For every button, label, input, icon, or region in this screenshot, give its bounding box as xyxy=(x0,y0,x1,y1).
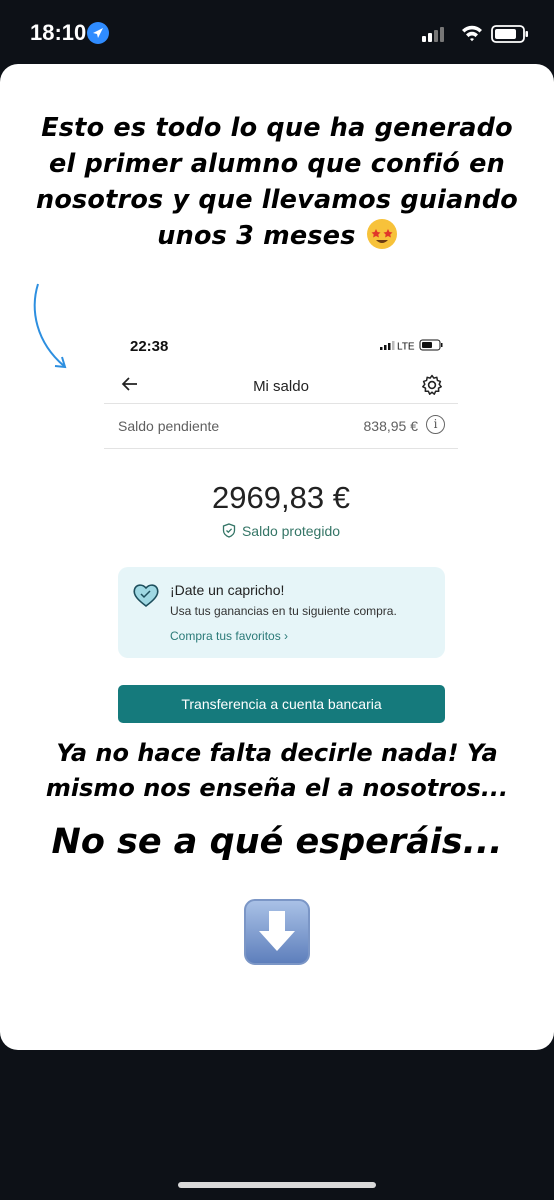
story-big-text: No se a qué esperáis... xyxy=(51,822,503,862)
story-headline: Esto es todo lo que ha generado el prime… xyxy=(30,110,524,254)
nav-title: Mi saldo xyxy=(253,378,309,395)
curved-arrow-icon xyxy=(33,283,67,369)
bank-transfer-button[interactable]: Transferencia a cuenta bancaria xyxy=(118,685,445,723)
cellular-signal-icon xyxy=(422,27,444,42)
headline-text: Esto es todo lo que ha generado el prime… xyxy=(35,113,519,251)
protected-balance-badge: Saldo protegido xyxy=(104,523,458,539)
heart-icon xyxy=(132,582,160,613)
location-arrow-icon xyxy=(87,22,109,44)
divider xyxy=(104,448,458,449)
story-subtext: Ya no hace falta decirle nada! Ya mismo … xyxy=(45,739,509,802)
gear-icon[interactable] xyxy=(420,373,444,402)
down-arrow-emoji-icon xyxy=(244,899,310,965)
status-bar: 18:10 xyxy=(0,0,554,64)
screenshot-time: 22:38 xyxy=(130,338,169,355)
promo-text: Usa tus ganancias en tu siguiente compra… xyxy=(170,604,397,618)
promo-card[interactable]: ¡Date un capricho! Usa tus ganancias en … xyxy=(118,567,445,658)
screenshot-network: LTE xyxy=(397,342,415,353)
info-icon[interactable]: i xyxy=(426,415,445,434)
screenshot-nav: Mi saldo xyxy=(104,370,458,404)
screenshot-status-icons: LTE xyxy=(366,338,446,352)
star-struck-emoji-icon xyxy=(366,219,397,249)
pending-label: Saldo pendiente xyxy=(118,418,220,434)
shield-check-icon xyxy=(222,523,236,538)
promo-title: ¡Date un capricho! xyxy=(170,582,285,598)
home-indicator[interactable] xyxy=(178,1182,376,1188)
protected-label: Saldo protegido xyxy=(241,523,341,539)
balance-amount: 2969,83 € xyxy=(212,480,350,515)
pending-value: 838,95 € xyxy=(363,418,419,434)
embedded-screenshot: 22:38 LTE Mi saldo Saldo pendiente 838,9… xyxy=(104,326,458,740)
wifi-icon xyxy=(462,25,482,42)
battery-icon xyxy=(491,25,528,43)
divider xyxy=(104,403,458,404)
status-time: 18:10 xyxy=(30,20,87,45)
promo-link[interactable]: Compra tus favoritos › xyxy=(170,629,288,643)
